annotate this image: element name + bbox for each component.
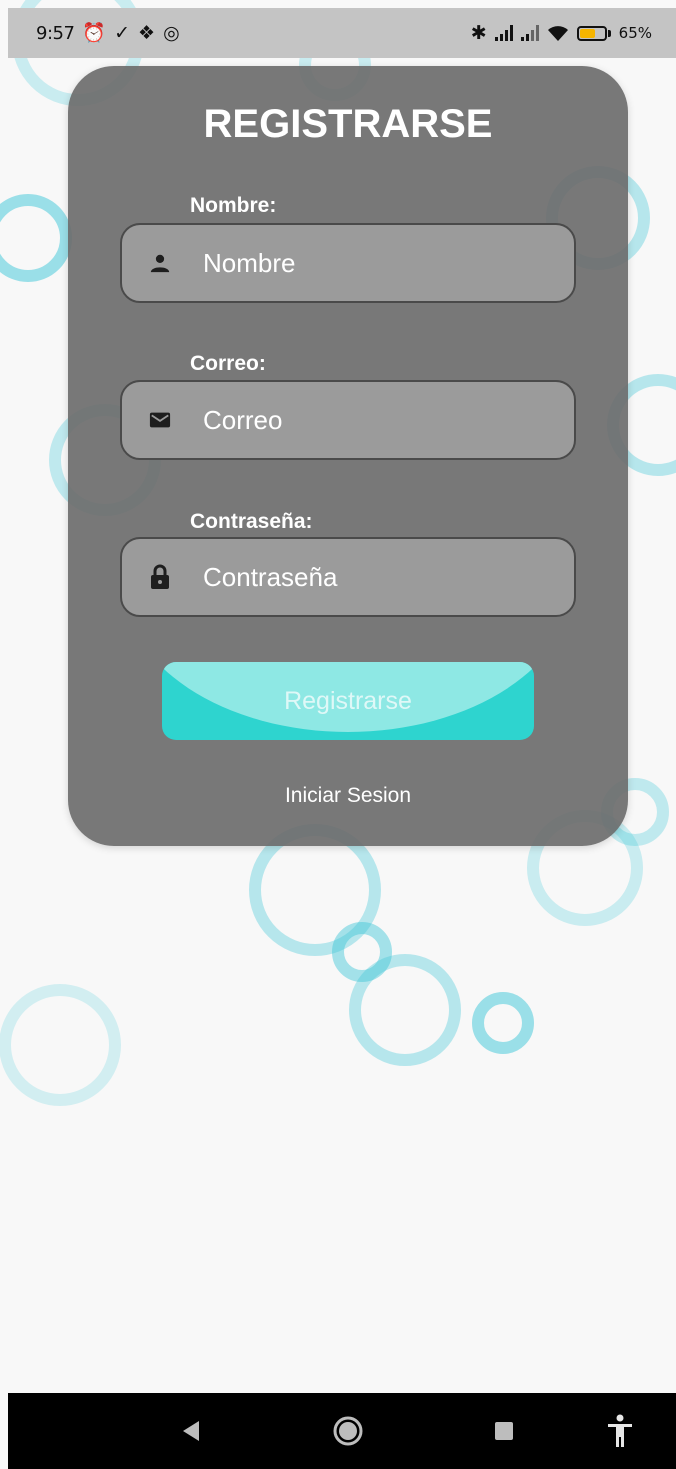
wifi-icon	[547, 26, 568, 41]
nfc-icon: ◎	[163, 21, 180, 44]
register-button-label: Registrarse	[284, 686, 412, 715]
mail-icon	[149, 409, 171, 431]
home-icon[interactable]	[332, 1415, 364, 1447]
back-icon[interactable]	[182, 1420, 200, 1442]
login-link[interactable]: Iniciar Sesion	[68, 784, 628, 808]
bluetooth-icon: ✱	[470, 21, 487, 44]
name-field[interactable]	[120, 223, 576, 303]
register-card: REGISTRARSE Nombre: Correo: Contraseña: …	[68, 66, 628, 846]
navigation-bar	[8, 1393, 676, 1469]
recents-icon[interactable]	[494, 1421, 514, 1441]
password-field[interactable]	[120, 537, 576, 617]
email-field[interactable]	[120, 380, 576, 460]
page-title: REGISTRARSE	[203, 102, 493, 146]
battery-percent: 65%	[618, 24, 652, 42]
email-input[interactable]	[203, 404, 563, 436]
name-label: Nombre:	[190, 194, 277, 217]
alarm-icon: ⏰	[82, 21, 107, 44]
email-label: Correo:	[190, 352, 266, 375]
status-left: 9:57 ⏰ ✓ ❖ ◎	[36, 23, 180, 44]
status-bar: 9:57 ⏰ ✓ ❖ ◎ ✱ 65%	[8, 8, 676, 58]
lock-icon	[149, 564, 171, 589]
person-icon	[149, 252, 171, 274]
battery-icon	[576, 25, 611, 41]
password-label: Contraseña:	[190, 510, 313, 533]
signal-1-icon	[494, 25, 513, 41]
status-right: ✱ 65%	[470, 21, 652, 44]
name-input[interactable]	[203, 247, 563, 279]
check-circle-icon: ✓	[114, 21, 131, 44]
signal-2-icon	[520, 25, 539, 41]
status-time: 9:57	[36, 22, 75, 44]
register-button[interactable]: Registrarse	[162, 662, 534, 740]
accessibility-icon[interactable]	[607, 1414, 633, 1448]
password-input[interactable]	[203, 561, 563, 593]
dropbox-icon: ❖	[138, 21, 156, 44]
